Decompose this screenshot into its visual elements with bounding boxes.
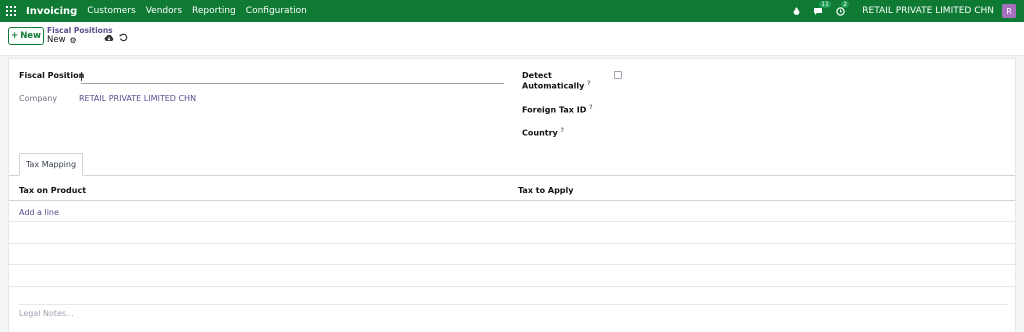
text-cursor	[81, 72, 82, 81]
apps-menu-icon[interactable]	[0, 0, 22, 22]
navbar-systray: 11 2 RETAIL PRIVATE LIMITED CHN R	[790, 0, 1024, 22]
column-header-tax-on-product[interactable]: Tax on Product	[19, 186, 86, 195]
fiscal-position-input[interactable]	[81, 71, 504, 84]
foreign-tax-id-text: Foreign Tax ID	[522, 105, 587, 115]
notes-divider	[19, 304, 1007, 305]
form-sheet: Fiscal Position Company RETAIL PRIVATE L…	[8, 58, 1016, 332]
add-a-line-link[interactable]: Add a line	[19, 208, 59, 217]
menu-vendors[interactable]: Vendors	[146, 6, 182, 16]
app-name[interactable]: Invoicing	[26, 6, 77, 17]
country-text: Country	[522, 128, 558, 138]
column-header-tax-to-apply[interactable]: Tax to Apply	[518, 186, 573, 195]
legal-notes-field[interactable]: Legal Notes...	[19, 309, 74, 318]
top-navbar: Invoicing Customers Vendors Reporting Co…	[0, 0, 1024, 22]
new-button[interactable]: + New	[8, 27, 44, 45]
gear-icon[interactable]: ⚙	[70, 36, 77, 45]
help-tooltip-icon[interactable]: ?	[589, 104, 592, 111]
breadcrumb-current: New ⚙	[47, 35, 77, 45]
tab-divider	[9, 175, 1015, 176]
detect-automatically-label: Detect Automatically ?	[522, 71, 591, 91]
detect-label-line2: Automatically	[522, 81, 585, 91]
debug-drop-icon[interactable]	[790, 5, 802, 17]
menu-customers[interactable]: Customers	[87, 6, 135, 16]
company-switcher[interactable]: RETAIL PRIVATE LIMITED CHN	[862, 6, 994, 16]
help-tooltip-icon[interactable]: ?	[561, 127, 564, 134]
company-field[interactable]: RETAIL PRIVATE LIMITED CHN	[79, 94, 196, 103]
plus-icon: +	[11, 31, 19, 41]
new-button-label: New	[20, 31, 41, 41]
discuss-icon[interactable]: 11	[812, 1, 831, 17]
detect-label-line1: Detect	[522, 71, 552, 80]
tab-tax-mapping[interactable]: Tax Mapping	[19, 153, 83, 176]
control-panel: + New Fiscal Positions New ⚙	[0, 22, 1024, 56]
breadcrumb-current-label: New	[47, 35, 66, 45]
detect-automatically-checkbox[interactable]	[614, 71, 622, 79]
fiscal-position-label: Fiscal Position	[19, 71, 85, 80]
discard-undo-icon[interactable]	[119, 33, 128, 45]
user-avatar[interactable]: R	[1002, 4, 1016, 18]
breadcrumb-parent[interactable]: Fiscal Positions	[47, 26, 113, 35]
foreign-tax-id-label: Foreign Tax ID ?	[522, 104, 593, 115]
activity-clock-icon[interactable]: 2	[834, 1, 850, 17]
menu-reporting[interactable]: Reporting	[192, 6, 236, 16]
company-label: Company	[19, 94, 58, 103]
table-row-divider	[9, 221, 1015, 222]
activity-badge: 2	[841, 1, 850, 8]
cloud-save-icon[interactable]	[104, 34, 114, 45]
country-label: Country ?	[522, 127, 564, 138]
table-row-divider	[9, 286, 1015, 287]
discuss-badge: 11	[819, 1, 831, 8]
table-header-divider	[9, 200, 1015, 201]
menu-configuration[interactable]: Configuration	[246, 6, 307, 16]
help-tooltip-icon[interactable]: ?	[587, 80, 590, 87]
table-row-divider	[9, 264, 1015, 265]
table-row-divider	[9, 243, 1015, 244]
